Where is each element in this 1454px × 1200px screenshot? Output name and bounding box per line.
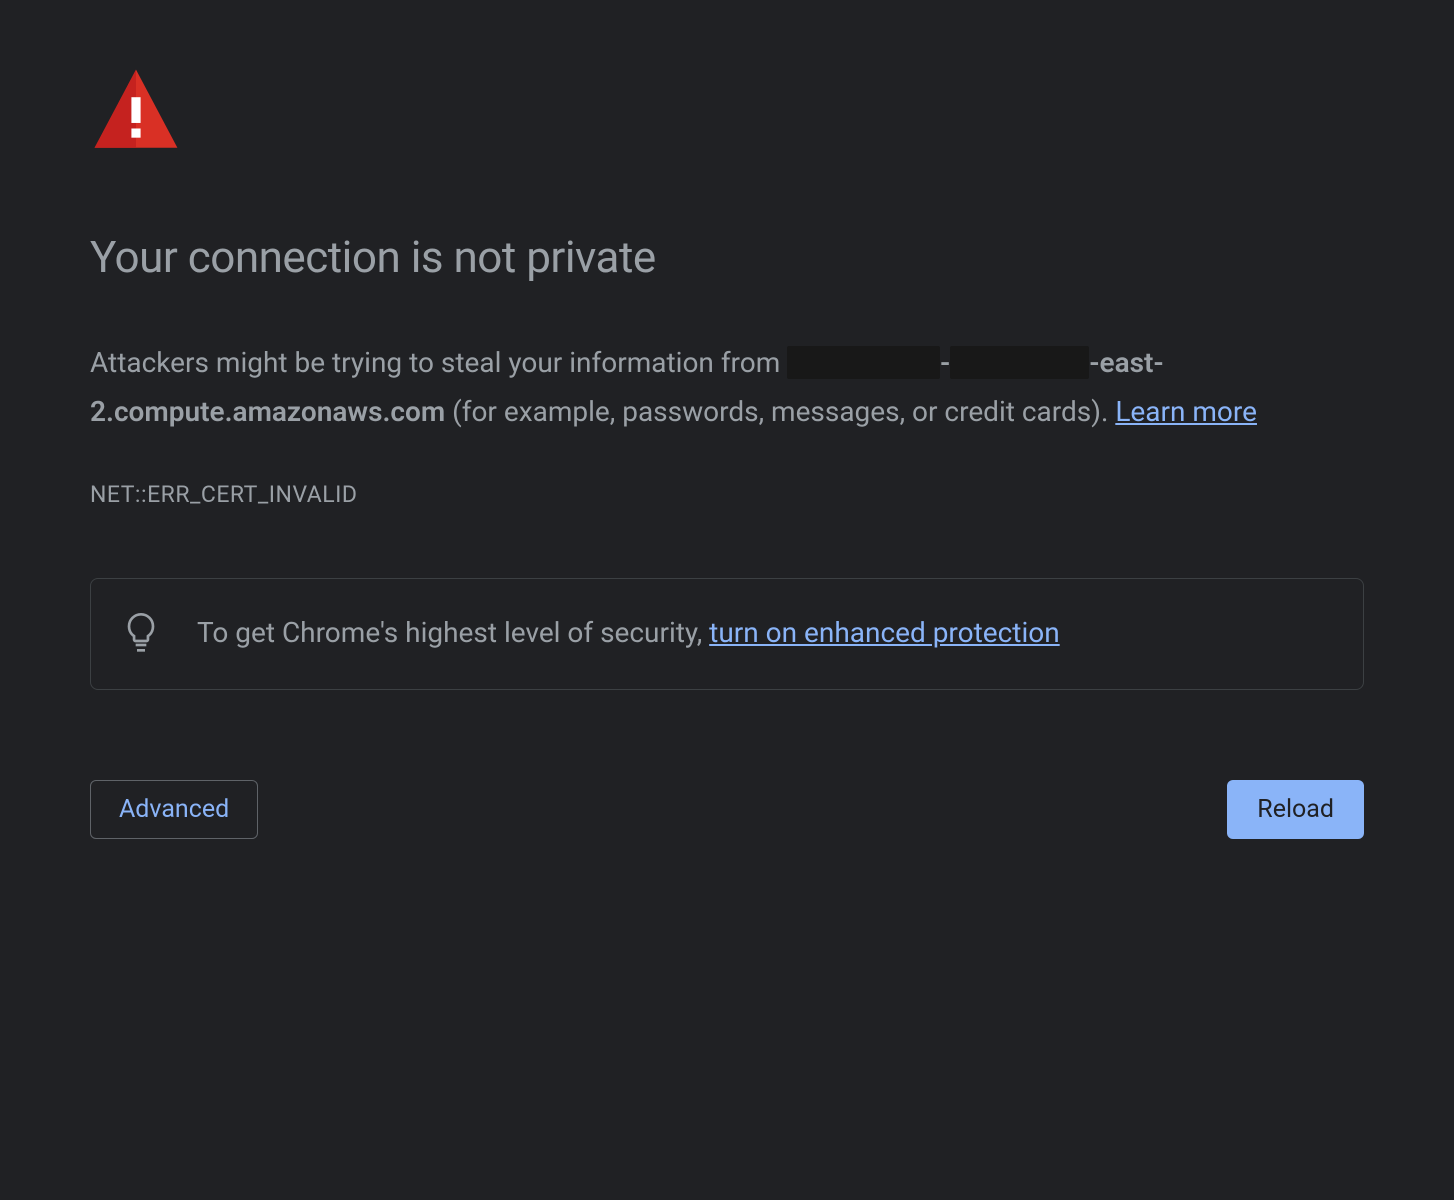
enhanced-protection-link[interactable]: turn on enhanced protection <box>709 616 1060 649</box>
tip-prefix: To get Chrome's highest level of securit… <box>197 616 709 649</box>
warning-description: Attackers might be trying to steal your … <box>90 338 1364 436</box>
description-suffix: (for example, passwords, messages, or cr… <box>445 395 1115 428</box>
page-title: Your connection is not private <box>90 231 1364 283</box>
reload-button[interactable]: Reload <box>1227 780 1364 839</box>
tip-text: To get Chrome's highest level of securit… <box>197 609 1060 657</box>
button-row: Advanced Reload <box>90 780 1364 839</box>
error-code: NET::ERR_CERT_INVALID <box>90 481 1364 508</box>
learn-more-link[interactable]: Learn more <box>1115 395 1257 428</box>
warning-triangle-icon <box>90 65 1364 161</box>
redacted-host-part-2: xxxxxxxxxx <box>950 346 1089 379</box>
redacted-host-part-1: xxxxxxxxxxx <box>787 346 940 379</box>
lightbulb-icon <box>125 609 157 659</box>
enhanced-protection-tip: To get Chrome's highest level of securit… <box>90 578 1364 690</box>
advanced-button[interactable]: Advanced <box>90 780 258 839</box>
description-prefix: Attackers might be trying to steal your … <box>90 346 787 379</box>
hostname-dash: - <box>940 346 950 379</box>
